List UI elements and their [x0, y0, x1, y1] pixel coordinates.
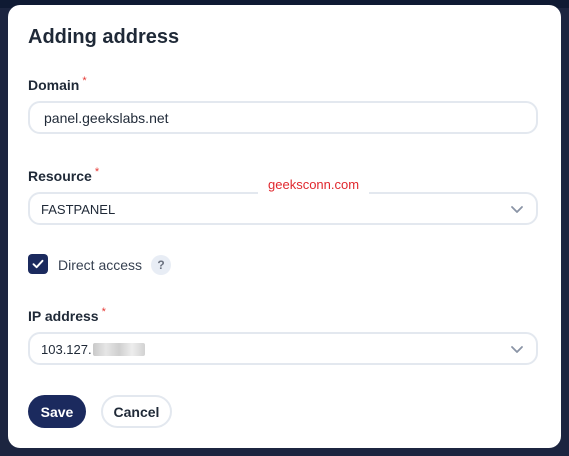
ip-address-visible-part: 103.127. — [41, 342, 92, 357]
direct-access-checkbox[interactable] — [28, 254, 48, 274]
ip-address-label-text: IP address — [28, 308, 99, 324]
check-icon — [32, 259, 44, 269]
domain-label-text: Domain — [28, 77, 80, 93]
resource-required-mark: * — [94, 166, 100, 178]
save-button[interactable]: Save — [28, 395, 86, 428]
resource-selected-value: FASTPANEL — [41, 202, 116, 217]
cancel-button[interactable]: Cancel — [101, 395, 172, 428]
resource-label-text: Resource — [28, 168, 92, 184]
domain-label: Domain * — [28, 75, 87, 95]
ip-address-selected-value: 103.127. — [41, 342, 145, 357]
resource-label: Resource * — [28, 166, 100, 186]
direct-access-label: Direct access — [58, 257, 143, 273]
watermark-text: geeksconn.com — [258, 173, 370, 196]
resource-select[interactable]: FASTPANEL — [28, 192, 538, 225]
chevron-down-icon — [511, 206, 523, 213]
redacted-ip-blur — [92, 343, 145, 356]
question-icon[interactable]: ? — [151, 255, 171, 275]
ip-address-label: IP address * — [28, 306, 106, 326]
ip-address-required-mark: * — [101, 306, 106, 318]
add-address-dialog: Adding address Domain* Resource* FASTPAN… — [8, 5, 561, 448]
domain-required-mark: * — [82, 75, 87, 87]
ip-address-select[interactable]: 103.127. — [28, 332, 538, 365]
domain-input[interactable] — [28, 101, 538, 134]
chevron-down-icon — [511, 346, 523, 353]
dialog-title: Adding address — [28, 26, 180, 48]
